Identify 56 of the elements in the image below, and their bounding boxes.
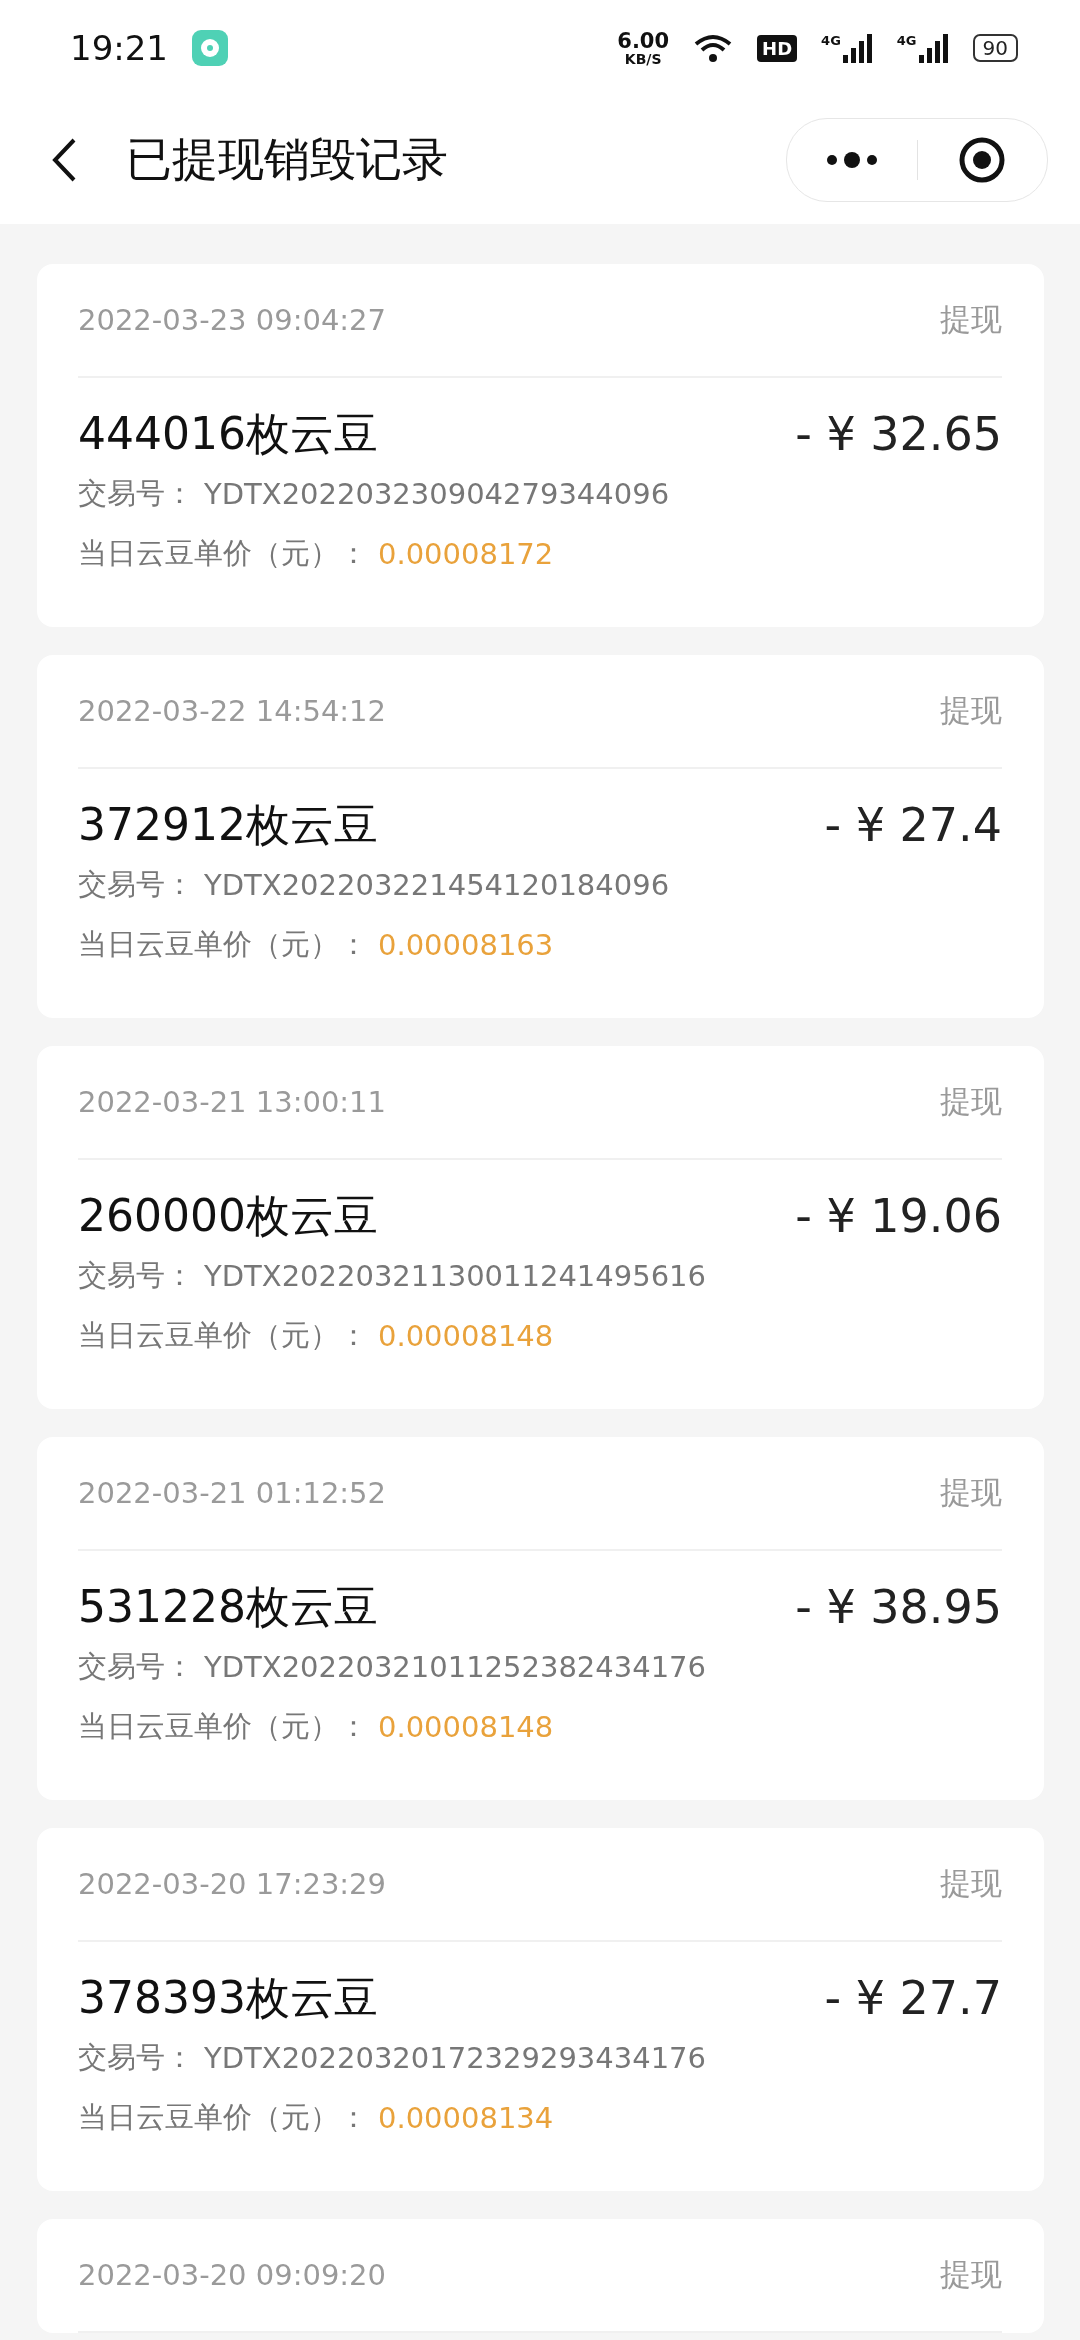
bean-count: 444016枚云豆 <box>78 406 378 461</box>
record-type: 提现 <box>940 691 1002 730</box>
record-date: 2022-03-20 17:23:29 <box>78 1867 386 1901</box>
bean-count: 372912枚云豆 <box>78 797 378 852</box>
status-time: 19:21 <box>70 28 168 68</box>
wifi-icon <box>693 33 734 63</box>
record-type: 提现 <box>940 1864 1002 1903</box>
transaction-number: YDTX20220321130011241495616 <box>204 1259 706 1293</box>
amount: - ¥ 38.95 <box>795 1580 1002 1634</box>
unit-price: 0.00008172 <box>378 537 554 571</box>
page-title: 已提现销毁记录 <box>126 131 449 188</box>
record-date: 2022-03-23 09:04:27 <box>78 303 386 337</box>
signal-icon <box>842 33 873 63</box>
bean-count: 260000枚云豆 <box>78 1188 378 1243</box>
back-icon <box>50 137 78 183</box>
bean-count: 378393枚云豆 <box>78 1970 378 2025</box>
record-date: 2022-03-22 14:54:12 <box>78 694 386 728</box>
record-type: 提现 <box>940 2255 1002 2294</box>
amount: - ¥ 27.7 <box>824 1971 1002 2025</box>
unit-price-label: 当日云豆单价（元）： <box>78 535 368 572</box>
unit-price: 0.00008163 <box>378 928 554 962</box>
transaction-label: 交易号： <box>78 866 194 903</box>
amount: - ¥ 19.06 <box>795 1189 1002 1243</box>
network-speed-unit: KB/S <box>624 51 662 66</box>
network-type: 4G <box>896 33 917 48</box>
unit-price-label: 当日云豆单价（元）： <box>78 2099 368 2136</box>
unit-price-label: 当日云豆单价（元）： <box>78 1708 368 1745</box>
bean-count: 531228枚云豆 <box>78 1579 378 1634</box>
unit-price: 0.00008148 <box>378 1319 554 1353</box>
signal-icon <box>918 33 949 63</box>
unit-price: 0.00008148 <box>378 1710 554 1744</box>
transaction-label: 交易号： <box>78 1648 194 1685</box>
unit-price: 0.00008134 <box>378 2101 554 2135</box>
amount: - ¥ 27.4 <box>824 798 1002 852</box>
transaction-number: YDTX20220321011252382434176 <box>204 1650 706 1684</box>
record-date: 2022-03-21 01:12:52 <box>78 1476 386 1510</box>
network-speed: 6.00 <box>617 30 670 52</box>
transaction-number: YDTX20220320172329293434176 <box>204 2041 706 2075</box>
target-icon <box>958 136 1007 184</box>
transaction-label: 交易号： <box>78 2039 194 2076</box>
network-type: 4G <box>821 33 841 48</box>
record-type: 提现 <box>940 300 1002 339</box>
transaction-label: 交易号： <box>78 475 194 512</box>
unit-price-label: 当日云豆单价（元）： <box>78 1317 368 1354</box>
transaction-label: 交易号： <box>78 1257 194 1294</box>
app-notification-icon <box>192 30 228 66</box>
unit-price-label: 当日云豆单价（元）： <box>78 926 368 963</box>
record-date: 2022-03-20 09:09:20 <box>78 2258 386 2292</box>
transaction-number: YDTX202203221454120184096 <box>204 868 670 902</box>
transaction-number: YDTX202203230904279344096 <box>204 477 670 511</box>
record-type: 提现 <box>940 1473 1002 1512</box>
battery-level: 90 <box>972 34 1018 62</box>
record-type: 提现 <box>940 1082 1002 1121</box>
amount: - ¥ 32.65 <box>795 407 1002 461</box>
record-date: 2022-03-21 13:00:11 <box>78 1085 386 1119</box>
hd-badge: HD <box>757 34 798 62</box>
